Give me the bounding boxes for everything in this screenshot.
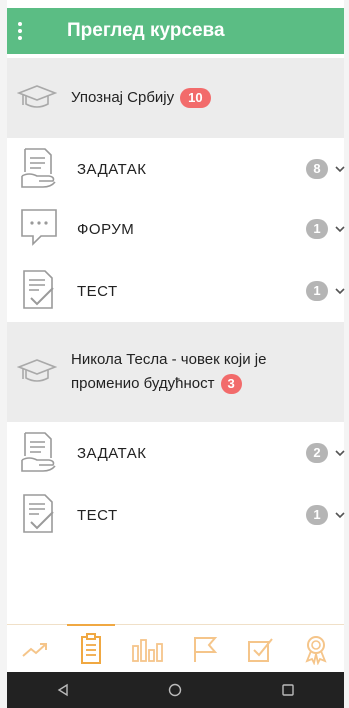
system-nav-bar — [7, 672, 344, 708]
course-title: Никола Тесла - човек који је променио бу… — [71, 348, 266, 396]
nav-item-stats[interactable] — [119, 625, 175, 673]
nav-item-tasks[interactable] — [232, 625, 288, 673]
activity-row-forum[interactable]: ФОРУМ 1 — [7, 198, 346, 260]
chat-bubble-icon — [21, 209, 57, 246]
graduation-cap-icon — [17, 85, 57, 108]
chevron-down-icon[interactable] — [334, 447, 346, 459]
award-icon — [305, 636, 327, 665]
activity-label: ЗАДАТАК — [77, 444, 147, 462]
nav-item-courses[interactable] — [63, 624, 119, 673]
nav-item-awards[interactable] — [288, 625, 344, 673]
activity-label: ТЕСТ — [77, 282, 118, 300]
recents-icon[interactable] — [258, 683, 318, 697]
activity-row-test[interactable]: ТЕСТ 1 — [7, 484, 346, 546]
checklist-icon — [23, 270, 54, 309]
course-badge: 10 — [180, 88, 211, 109]
back-icon[interactable] — [33, 683, 93, 697]
activity-label: ЗАДАТАК — [77, 160, 147, 178]
count-badge: 1 — [306, 505, 328, 525]
checklist-icon — [23, 494, 54, 533]
chevron-down-icon[interactable] — [334, 285, 346, 297]
bar-chart-icon — [132, 639, 164, 662]
assignment-hand-icon — [21, 148, 56, 188]
trending-icon — [22, 643, 48, 657]
activity-label: ТЕСТ — [77, 506, 118, 524]
bottom-nav — [7, 624, 344, 673]
nav-item-progress[interactable] — [7, 625, 63, 673]
count-badge: 2 — [306, 443, 328, 463]
count-badge: 8 — [306, 159, 328, 179]
clipboard-icon — [81, 633, 102, 664]
chevron-down-icon[interactable] — [334, 509, 346, 521]
home-icon[interactable] — [145, 683, 205, 697]
activity-row-assignment[interactable]: ЗАДАТАК 2 — [7, 422, 346, 484]
vertical-dots-icon[interactable] — [7, 8, 33, 54]
chevron-down-icon[interactable] — [334, 223, 346, 235]
nav-item-goals[interactable] — [176, 625, 232, 673]
count-badge: 1 — [306, 219, 328, 239]
course-badge: 3 — [220, 374, 242, 395]
graduation-cap-icon — [17, 359, 57, 382]
chevron-down-icon[interactable] — [334, 163, 346, 175]
app-bar: Преглед курсева — [7, 8, 344, 54]
activity-row-test[interactable]: ТЕСТ 1 — [7, 260, 346, 322]
checkbox-icon — [247, 638, 273, 662]
activity-row-assignment[interactable]: ЗАДАТАК 8 — [7, 138, 346, 200]
assignment-hand-icon — [21, 432, 56, 472]
page-title: Преглед курсева — [67, 20, 225, 41]
activity-label: ФОРУМ — [77, 220, 135, 238]
flag-icon — [193, 637, 217, 662]
count-badge: 1 — [306, 281, 328, 301]
course-header-1[interactable]: Упознај Србију 10 — [7, 58, 344, 138]
right-frame — [344, 0, 349, 708]
course-header-2[interactable]: Никола Тесла - човек који је променио бу… — [7, 322, 344, 422]
course-title: Упознај Србију 10 — [71, 86, 211, 110]
left-frame — [0, 0, 7, 708]
